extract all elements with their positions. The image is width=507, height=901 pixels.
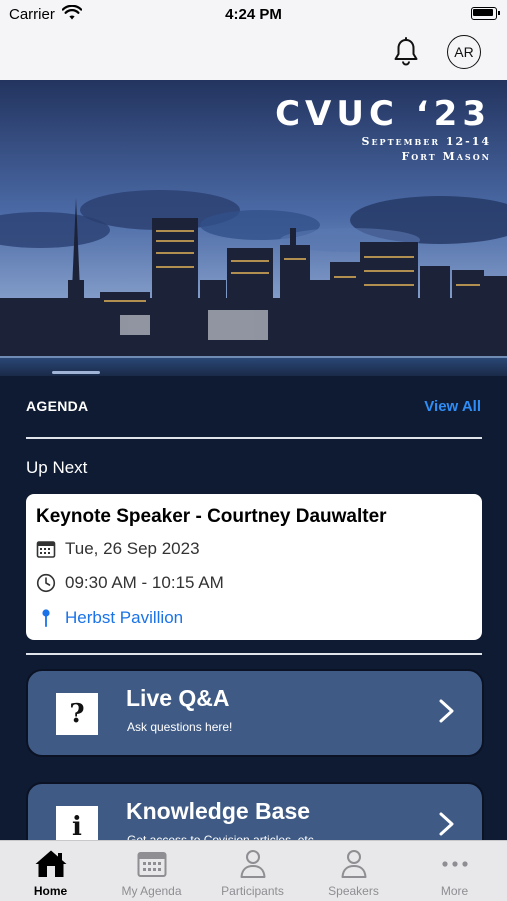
tab-bar: Home My Agenda Participants Speakers Mor… [0,840,507,901]
tab-home[interactable]: Home [0,841,101,901]
chevron-right-icon [439,699,454,723]
calendar-icon [36,539,56,559]
session-title: Keynote Speaker - Courtney Dauwalter [36,506,387,527]
tab-speakers[interactable]: Speakers [303,841,404,901]
clock-icon [36,573,56,593]
chevron-right-icon [439,812,454,836]
divider [26,653,482,655]
session-location-row[interactable]: Herbst Pavillion [36,608,183,628]
carousel-indicator [52,371,100,374]
question-icon: ? [56,693,98,735]
more-icon [404,849,505,879]
tab-label: My Agenda [121,884,182,898]
event-venue: Fort Mason [401,150,491,163]
agenda-heading: AGENDA [26,398,89,414]
hero-text-block: CVUC ‘23 September 12-14 Fort Mason [275,94,491,164]
session-date-row: Tue, 26 Sep 2023 [36,539,200,559]
event-dates: September 12-14 [361,135,491,148]
view-all-link[interactable]: View All [424,398,481,415]
tab-more[interactable]: More [404,841,505,901]
calendar-icon [101,849,202,879]
clock: 4:24 PM [225,6,282,23]
location-pin-icon [36,608,56,628]
top-bar: AR [0,30,507,81]
tile-title: Live Q&A [126,685,230,711]
next-session-card[interactable]: Keynote Speaker - Courtney Dauwalter Tue… [26,494,482,640]
session-location: Herbst Pavillion [65,608,184,627]
tab-label: Speakers [328,884,379,898]
avatar[interactable]: AR [447,35,481,69]
event-title: CVUC ‘23 [275,94,491,134]
tile-title: Knowledge Base [126,798,311,824]
tab-label: More [440,884,469,898]
status-bar: Carrier 4:24 PM [0,0,507,30]
bell-icon[interactable] [392,37,420,67]
battery-icon [471,7,500,20]
tab-label: Home [33,884,68,898]
up-next-label: Up Next [26,458,88,477]
divider [26,437,482,439]
session-time-row: 09:30 AM - 10:15 AM [36,573,224,593]
tab-participants[interactable]: Participants [202,841,303,901]
tab-label: Participants [221,884,284,898]
tile-subtitle: Ask questions here! [127,720,233,734]
person-icon [303,849,404,879]
tab-my-agenda[interactable]: My Agenda [101,841,202,901]
session-date: Tue, 26 Sep 2023 [65,539,200,558]
live-qa-tile[interactable]: ? Live Q&A Ask questions here! [26,669,484,757]
person-icon [202,849,303,879]
session-time: 09:30 AM - 10:15 AM [65,573,224,592]
home-icon [0,849,101,879]
hero-banner: CVUC ‘23 September 12-14 Fort Mason [0,80,507,376]
